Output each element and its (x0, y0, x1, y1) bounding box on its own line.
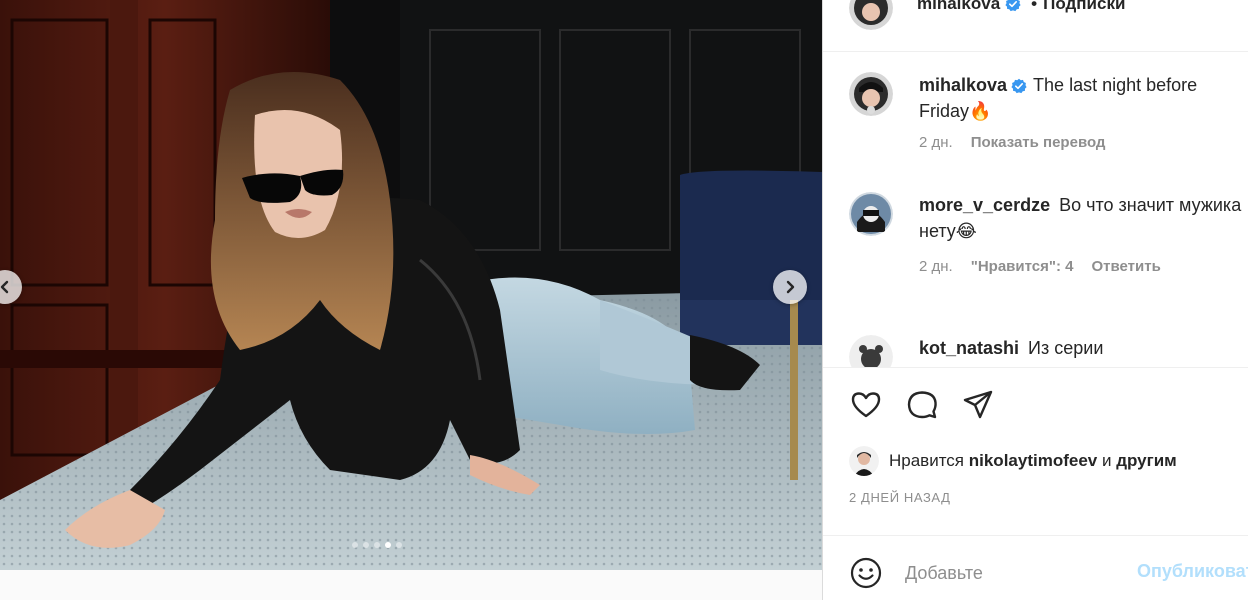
post-sidebar: mihalkova • Подписки mihalkova The last … (822, 0, 1248, 600)
comment-body: kot_natashi Из серии (919, 335, 1248, 361)
avatar (849, 446, 879, 476)
chevron-left-icon (0, 280, 9, 294)
carousel-dot (374, 542, 380, 548)
share-button[interactable] (961, 388, 995, 422)
comment-body: mihalkova The last night before Friday🔥 (919, 72, 1248, 124)
likes-summary[interactable]: Нравится nikolaytimofeev и другим (849, 446, 1177, 476)
likes-others[interactable]: другим (1116, 451, 1177, 471)
comment-time[interactable]: 2 дн. (919, 134, 953, 151)
following-button[interactable]: Подписки (1043, 0, 1125, 14)
comment-body: more_v_cerdze Во что значит мужика нету😂 (919, 192, 1248, 244)
likes-prefix: Нравится (889, 451, 965, 470)
carousel-dot (396, 542, 402, 548)
verified-badge-icon (1011, 79, 1027, 94)
avatar[interactable] (849, 335, 893, 367)
header-username[interactable]: mihalkova (917, 0, 1000, 14)
heart-icon (851, 392, 881, 418)
comment-meta: 2 дн. "Нравится": 4 Ответить (919, 258, 1161, 275)
comment-bubble-icon (907, 391, 937, 419)
comment-text: Из серии (1028, 338, 1104, 358)
likes-conj: и (1101, 451, 1112, 470)
add-comment-bar: Опубликовать (823, 535, 1248, 600)
paper-plane-icon (963, 390, 993, 419)
avatar[interactable] (849, 72, 893, 116)
carousel-dot (385, 542, 391, 548)
comment-time[interactable]: 2 дн. (919, 258, 953, 275)
next-slide-button[interactable] (773, 270, 807, 304)
comment-like-count[interactable]: "Нравится": 4 (971, 258, 1074, 275)
carousel-dot (352, 542, 358, 548)
post-actions (823, 367, 1248, 419)
like-button[interactable] (849, 388, 883, 422)
reply-button[interactable]: Ответить (1091, 258, 1160, 275)
header-user: mihalkova • Подписки (917, 0, 1125, 14)
publish-button[interactable]: Опубликовать (1137, 561, 1248, 582)
comment-input[interactable] (905, 558, 1125, 588)
post-image (0, 0, 822, 570)
comment-username[interactable]: kot_natashi (919, 338, 1019, 358)
avatar[interactable] (849, 0, 893, 30)
comment-meta: 2 дн. Показать перевод (919, 134, 1105, 151)
post-date[interactable]: 2 ДНЕЙ НАЗАД (849, 490, 951, 505)
post-header: mihalkova • Подписки (823, 0, 1248, 52)
avatar[interactable] (849, 192, 893, 236)
comment-username[interactable]: more_v_cerdze (919, 195, 1050, 215)
comment-button[interactable] (905, 388, 939, 422)
likes-user[interactable]: nikolaytimofeev (969, 451, 1098, 471)
smiley-icon[interactable] (849, 556, 883, 590)
post-photo[interactable] (0, 0, 822, 570)
comment-list[interactable]: mihalkova The last night before Friday🔥 … (823, 52, 1248, 367)
photo-bottom-strip (0, 570, 822, 600)
header-separator: • (1031, 0, 1038, 13)
comment-username[interactable]: mihalkova (919, 75, 1007, 95)
chevron-right-icon (786, 280, 795, 294)
show-translation-button[interactable]: Показать перевод (971, 134, 1106, 151)
carousel-indicator (352, 542, 402, 548)
verified-badge-icon (1005, 0, 1021, 12)
carousel-dot (363, 542, 369, 548)
